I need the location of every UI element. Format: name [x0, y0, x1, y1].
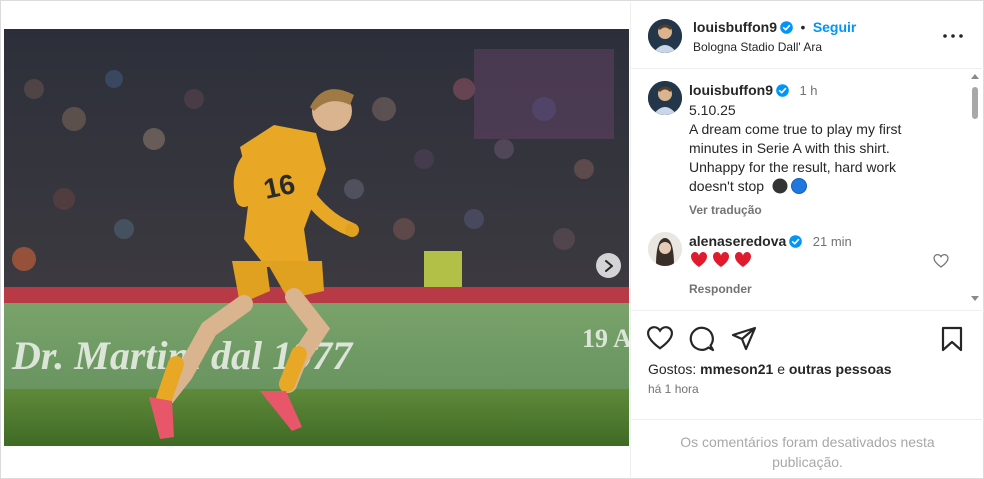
header-title-row: louisbuffon9 • Seguir	[693, 19, 856, 39]
comments-section[interactable]: louisbuffon9 1 h 5.10.25 A dream come tr…	[631, 70, 984, 310]
comment-title-row: alenaseredova 21 min	[689, 233, 852, 253]
more-options-icon	[943, 34, 963, 38]
comment-like-button[interactable]	[933, 253, 949, 273]
comment-button[interactable]	[689, 326, 715, 352]
share-icon	[731, 326, 757, 351]
author-avatar[interactable]	[648, 19, 682, 53]
like-button[interactable]	[646, 326, 674, 352]
post-timestamp[interactable]: há 1 hora	[648, 382, 699, 396]
share-button[interactable]	[731, 326, 757, 352]
commenter-username[interactable]: alenaseredova	[689, 233, 786, 249]
caption-author-avatar[interactable]	[648, 81, 682, 115]
commenter-avatar[interactable]	[648, 232, 682, 266]
verified-badge-icon	[780, 21, 793, 39]
heart-icon	[646, 326, 674, 350]
author-username[interactable]: louisbuffon9	[693, 19, 777, 35]
reply-button[interactable]: Responder	[689, 282, 752, 296]
comment-icon	[689, 326, 715, 352]
liked-by-user[interactable]: mmeson21	[700, 361, 773, 377]
save-icon	[941, 326, 963, 352]
follow-button[interactable]: Seguir	[813, 19, 857, 35]
next-arrow-icon	[604, 259, 613, 272]
caption-username[interactable]: louisbuffon9	[689, 82, 773, 98]
likes-others[interactable]: outras pessoas	[789, 361, 892, 377]
post-header: louisbuffon9 • Seguir Bologna Stadio Dal…	[631, 2, 984, 69]
likes-prefix: Gostos:	[648, 361, 697, 377]
comment-text	[689, 251, 753, 272]
next-slide-button[interactable]	[596, 253, 621, 278]
comments-disabled-notice: Os comentários foram desativados nesta p…	[631, 419, 984, 472]
caption-emoji	[772, 178, 808, 199]
caption-body: 5.10.25 A dream come true to play my fir…	[689, 101, 939, 220]
svg-text:16: 16	[261, 168, 298, 205]
banner-text-right: 19 AL	[582, 324, 629, 353]
caption-title-row: louisbuffon9 1 h	[689, 82, 818, 102]
post-location[interactable]: Bologna Stadio Dall' Ara	[693, 40, 822, 54]
likes-suffix-connector: e	[777, 361, 785, 377]
verified-badge-icon	[789, 235, 803, 253]
likes-summary: Gostos: mmeson21 e outras pessoas	[648, 361, 892, 377]
post-modal: Dr. Martini dal 1977 19 AL 16	[0, 0, 984, 479]
heart-icon	[933, 253, 949, 268]
save-button[interactable]	[941, 326, 967, 352]
verified-badge-icon	[776, 84, 789, 102]
more-options-button[interactable]	[941, 24, 965, 48]
post-photo[interactable]: Dr. Martini dal 1977 19 AL 16	[4, 29, 629, 446]
post-actions: Gostos: mmeson21 e outras pessoas há 1 h…	[631, 310, 984, 478]
translate-link[interactable]: Ver tradução	[689, 201, 939, 220]
post-sidebar: louisbuffon9 • Seguir Bologna Stadio Dal…	[630, 2, 984, 478]
header-separator: •	[800, 19, 806, 35]
comment-time[interactable]: 21 min	[813, 234, 852, 249]
caption-date: 5.10.25	[689, 102, 736, 118]
caption-time[interactable]: 1 h	[799, 83, 817, 98]
comments-scrollbar[interactable]	[969, 70, 981, 306]
